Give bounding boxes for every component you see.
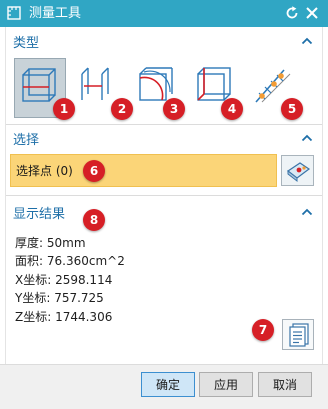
callout-badge-1: 1 [53,98,75,120]
select-points-label: 选择点 (0) [16,164,73,178]
result-x-coordinate: X坐标: 2598.114 [15,272,113,287]
result-area: 面积: 76.360cm^2 [15,254,125,269]
callout-badge-4: 4 [221,98,243,120]
results-section-label: 显示结果 [13,206,66,222]
result-thickness: 厚度: 50mm [15,236,86,250]
cancel-button[interactable]: 取消 [258,372,312,397]
collapse-chevron-icon[interactable] [301,208,313,216]
collapse-chevron-icon[interactable] [301,37,313,45]
export-report-button[interactable] [282,319,314,350]
callout-badge-8: 8 [83,209,105,231]
point-picker-icon [286,162,311,183]
ok-button[interactable]: 确定 [141,372,195,397]
callout-badge-7: 7 [252,319,274,341]
callout-badge-5: 5 [281,98,303,120]
results-section-header[interactable]: 显示结果 [6,201,322,223]
result-y-coordinate: Y坐标: 757.725 [15,291,104,306]
collapse-chevron-icon[interactable] [301,134,313,142]
results-list: 厚度: 50mm 面积: 76.360cm^2 X坐标: 2598.114 Y坐… [15,234,125,326]
callout-badge-6: 6 [83,160,105,182]
type-section-label: 类型 [13,35,40,51]
window-title: 测量工具 [29,6,82,21]
report-document-icon [289,323,309,347]
result-z-coordinate: Z坐标: 1744.306 [15,309,113,324]
callout-badge-3: 3 [163,98,185,120]
measure-tool-app-icon [7,6,21,20]
select-points-field[interactable]: 选择点 (0) [10,154,277,187]
reset-icon[interactable] [284,5,300,21]
type-section-header[interactable]: 类型 [6,30,322,52]
section-divider [6,124,322,125]
section-divider [6,195,322,196]
select-section-header[interactable]: 选择 [6,127,322,149]
title-bar: 测量工具 [0,0,328,27]
point-picker-button[interactable] [281,155,314,186]
close-icon[interactable] [305,6,319,20]
apply-button[interactable]: 应用 [199,372,253,397]
callout-badge-2: 2 [111,98,133,120]
select-section-label: 选择 [13,132,40,148]
